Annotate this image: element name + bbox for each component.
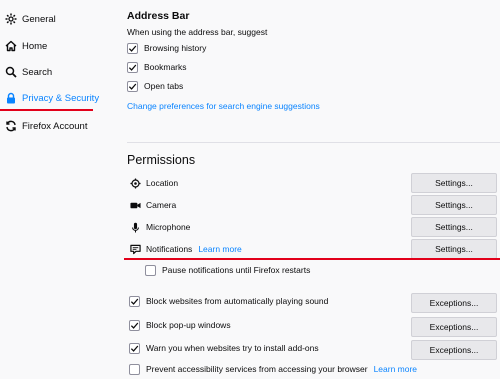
sidebar-item-firefox-account[interactable]: Firefox Account: [0, 115, 110, 137]
search-suggestions-link[interactable]: Change preferences for search engine sug…: [127, 101, 320, 111]
notifications-settings-button[interactable]: Settings...: [411, 239, 497, 259]
notification-icon: [129, 243, 141, 255]
sidebar-item-label: Privacy & Security: [22, 92, 100, 104]
sync-icon: [5, 120, 17, 132]
addons-exceptions-button[interactable]: Exceptions...: [411, 340, 497, 360]
open-tabs-option[interactable]: Open tabs: [127, 79, 183, 93]
gear-icon: [5, 13, 17, 25]
notifications-learn-more-link[interactable]: Learn more: [198, 244, 241, 254]
permission-label: Notifications: [146, 244, 193, 254]
checkbox-label: Bookmarks: [144, 62, 187, 72]
sidebar-item-label: Search: [22, 66, 53, 78]
camera-settings-button[interactable]: Settings...: [411, 195, 497, 215]
checkbox-label: Block pop-up windows: [146, 320, 231, 330]
warn-addons-option[interactable]: Warn you when websites try to install ad…: [129, 341, 319, 355]
permission-location: Location: [129, 174, 178, 192]
sidebar-item-general[interactable]: General: [0, 8, 110, 30]
sidebar: General Home Search Privacy & Security F…: [0, 0, 110, 379]
sidebar-highlight-underline: [0, 109, 93, 111]
block-autoplay-option[interactable]: Block websites from automatically playin…: [129, 294, 328, 308]
bookmarks-option[interactable]: Bookmarks: [127, 60, 187, 74]
lock-icon: [5, 92, 17, 104]
checkbox[interactable]: [127, 61, 138, 73]
checkbox[interactable]: [129, 295, 140, 307]
checkbox-label: Warn you when websites try to install ad…: [146, 343, 319, 353]
block-popups-option[interactable]: Block pop-up windows: [129, 318, 231, 332]
permission-label: Microphone: [146, 222, 191, 232]
microphone-settings-button[interactable]: Settings...: [411, 217, 497, 237]
sidebar-item-label: Home: [22, 40, 48, 52]
permission-camera: Camera: [129, 196, 176, 214]
browsing-history-option[interactable]: Browsing history: [127, 41, 206, 55]
autoplay-exceptions-button[interactable]: Exceptions...: [411, 293, 497, 313]
checkbox[interactable]: [127, 42, 138, 54]
accessibility-learn-more-link[interactable]: Learn more: [374, 364, 417, 374]
permissions-heading: Permissions: [127, 153, 196, 167]
checkbox[interactable]: [129, 342, 140, 354]
checkbox[interactable]: [145, 264, 156, 276]
prevent-accessibility-option[interactable]: Prevent accessibility services from acce…: [129, 362, 417, 376]
checkbox-label: Block websites from automatically playin…: [146, 296, 329, 306]
checkbox-label: Browsing history: [144, 43, 207, 53]
sidebar-item-privacy[interactable]: Privacy & Security: [0, 87, 110, 109]
location-settings-button[interactable]: Settings...: [411, 173, 497, 193]
permission-label: Camera: [146, 200, 177, 210]
checkbox[interactable]: [127, 80, 138, 92]
permission-label: Location: [146, 178, 179, 188]
permission-microphone: Microphone: [129, 218, 190, 236]
sidebar-item-label: Firefox Account: [22, 120, 88, 132]
checkbox-label: Open tabs: [144, 81, 184, 91]
sidebar-item-search[interactable]: Search: [0, 61, 110, 83]
pause-notifications-option[interactable]: Pause notifications until Firefox restar…: [145, 263, 310, 277]
section-divider: [127, 142, 500, 143]
address-bar-heading: Address Bar: [127, 10, 190, 22]
popups-exceptions-button[interactable]: Exceptions...: [411, 317, 497, 337]
permission-notifications: Notifications Learn more: [129, 240, 242, 258]
checkbox[interactable]: [129, 319, 140, 331]
checkbox-label: Prevent accessibility services from acce…: [146, 364, 368, 374]
microphone-icon: [129, 221, 141, 233]
checkbox[interactable]: [129, 363, 140, 375]
checkbox-label: Pause notifications until Firefox restar…: [162, 265, 311, 275]
location-icon: [129, 177, 141, 189]
home-icon: [5, 40, 17, 52]
address-bar-description: When using the address bar, suggest: [127, 27, 268, 37]
notifications-highlight-underline: [124, 258, 500, 260]
camera-icon: [129, 199, 141, 211]
search-icon: [5, 66, 17, 78]
sidebar-item-home[interactable]: Home: [0, 35, 110, 57]
sidebar-item-label: General: [22, 13, 56, 25]
